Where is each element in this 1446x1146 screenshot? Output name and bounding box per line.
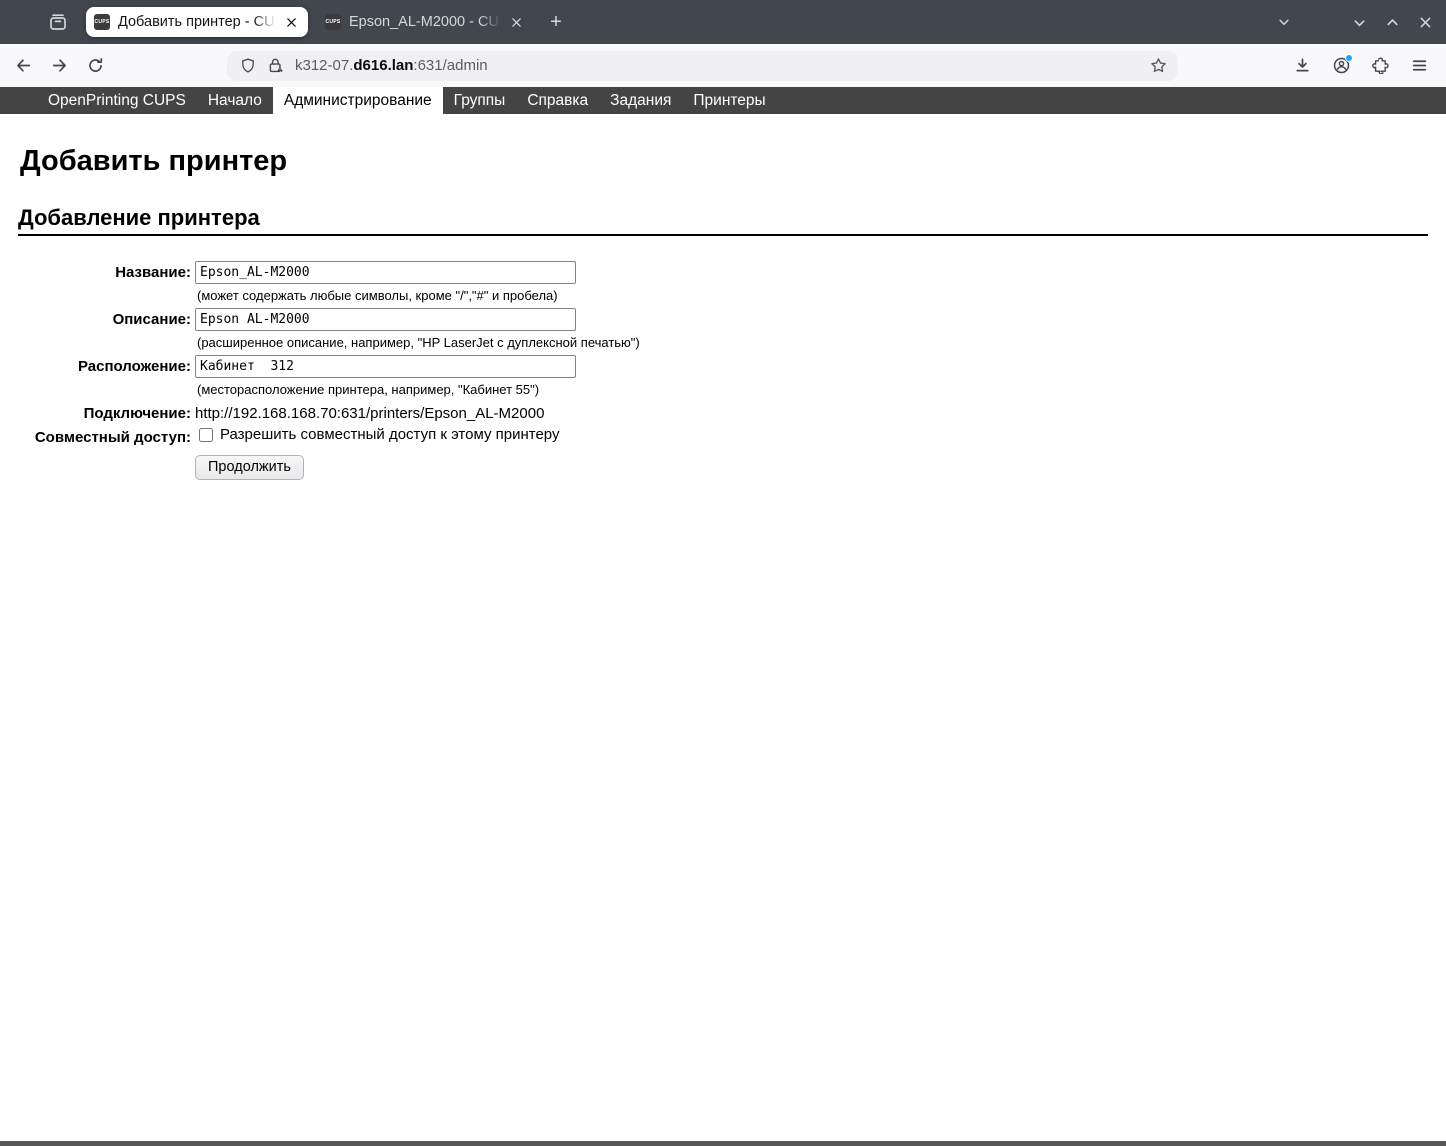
tab-title: Epson_AL-M2000 - CUPS 2.4.1 bbox=[349, 7, 501, 37]
nav-help[interactable]: Справка bbox=[516, 87, 599, 114]
nav-jobs[interactable]: Задания bbox=[599, 87, 682, 114]
section-title: Добавление принтера bbox=[18, 205, 1428, 237]
name-input[interactable] bbox=[195, 261, 576, 285]
firefox-view-icon[interactable] bbox=[45, 9, 71, 35]
window-minimize-icon[interactable] bbox=[1347, 10, 1371, 34]
cups-nav-bar: OpenPrinting CUPS Начало Администрирован… bbox=[0, 87, 1446, 114]
back-icon[interactable] bbox=[7, 50, 39, 82]
form-row-name: Название: bbox=[18, 261, 640, 285]
url-domain: d616.lan bbox=[353, 57, 414, 74]
lock-warning-icon[interactable] bbox=[267, 57, 284, 74]
tab-epson-printer[interactable]: CUPS Epson_AL-M2000 - CUPS 2.4.1 bbox=[317, 7, 533, 37]
page-title: Добавить принтер bbox=[20, 145, 288, 177]
nav-printers[interactable]: Принтеры bbox=[682, 87, 776, 114]
url-path: :631/admin bbox=[413, 57, 488, 74]
page-content: Добавить принтер Добавление принтера Наз… bbox=[0, 114, 1446, 1141]
form-hint-row: (месторасположение принтера, например, "… bbox=[18, 378, 640, 402]
form-row-sharing: Совместный доступ: Разрешить совместный … bbox=[18, 422, 640, 446]
toolbar-right-icons bbox=[1286, 50, 1435, 82]
add-printer-form: Название: (может содержать любые символы… bbox=[18, 261, 640, 481]
url-host-prefix: k312-07. bbox=[295, 57, 354, 74]
description-label: Описание: bbox=[112, 311, 191, 329]
sharing-label: Совместный доступ: bbox=[34, 429, 191, 447]
nav-classes[interactable]: Группы bbox=[443, 87, 517, 114]
name-label: Название: bbox=[115, 264, 191, 282]
bookmark-star-icon[interactable] bbox=[1150, 57, 1167, 74]
window-bottom-edge bbox=[0, 1141, 1446, 1146]
continue-button[interactable]: Продолжить bbox=[195, 455, 304, 481]
tab-title: Добавить принтер - CUPS 2.4 bbox=[118, 7, 276, 37]
cups-favicon-icon: CUPS bbox=[325, 14, 341, 30]
window-maximize-icon[interactable] bbox=[1380, 10, 1404, 34]
window-close-icon[interactable] bbox=[1413, 10, 1437, 34]
menu-hamburger-icon[interactable] bbox=[1403, 50, 1435, 82]
browser-toolbar: k312-07.d616.lan:631/admin bbox=[0, 44, 1446, 87]
url-bar[interactable]: k312-07.d616.lan:631/admin bbox=[227, 50, 1178, 81]
tab-close-icon[interactable] bbox=[282, 13, 300, 31]
location-input[interactable] bbox=[195, 355, 576, 379]
location-hint: (месторасположение принтера, например, "… bbox=[197, 382, 540, 398]
form-hint-row: (может содержать любые символы, кроме "/… bbox=[18, 284, 640, 308]
window-controls bbox=[1347, 10, 1437, 34]
tab-strip: CUPS Добавить принтер - CUPS 2.4 CUPS Ep… bbox=[0, 0, 1446, 44]
shield-icon[interactable] bbox=[240, 57, 256, 74]
description-hint: (расширенное описание, например, "HP Las… bbox=[197, 335, 640, 351]
url-text[interactable]: k312-07.d616.lan:631/admin bbox=[295, 57, 488, 74]
reload-icon[interactable] bbox=[79, 50, 111, 82]
name-hint: (может содержать любые символы, кроме "/… bbox=[197, 288, 558, 304]
location-label: Расположение: bbox=[77, 358, 191, 376]
nav-openprinting-cups[interactable]: OpenPrinting CUPS bbox=[37, 87, 197, 114]
form-row-connection: Подключение: http://192.168.168.70:631/p… bbox=[18, 402, 640, 422]
connection-value: http://192.168.168.70:631/printers/Epson… bbox=[195, 405, 545, 423]
cups-favicon-icon: CUPS bbox=[94, 14, 110, 30]
new-tab-button[interactable]: + bbox=[541, 7, 571, 37]
sharing-checkbox[interactable] bbox=[199, 427, 213, 442]
tab-add-printer[interactable]: CUPS Добавить принтер - CUPS 2.4 bbox=[86, 7, 308, 37]
downloads-icon[interactable] bbox=[1286, 50, 1318, 82]
nav-home[interactable]: Начало bbox=[197, 87, 273, 114]
connection-label: Подключение: bbox=[83, 405, 191, 423]
extensions-puzzle-icon[interactable] bbox=[1364, 50, 1396, 82]
nav-administration[interactable]: Администрирование bbox=[272, 87, 443, 114]
tab-list-chevron-icon[interactable] bbox=[1271, 9, 1297, 35]
tab-close-icon[interactable] bbox=[507, 13, 525, 31]
form-row-submit: Продолжить bbox=[18, 446, 640, 481]
account-notification-dot bbox=[1345, 53, 1353, 62]
account-icon[interactable] bbox=[1325, 50, 1357, 82]
forward-icon[interactable] bbox=[43, 50, 75, 82]
form-row-description: Описание: bbox=[18, 308, 640, 332]
form-row-location: Расположение: bbox=[18, 355, 640, 379]
description-input[interactable] bbox=[195, 308, 576, 332]
sharing-checkbox-label: Разрешить совместный доступ к этому прин… bbox=[220, 426, 560, 444]
form-hint-row: (расширенное описание, например, "HP Las… bbox=[18, 331, 640, 355]
